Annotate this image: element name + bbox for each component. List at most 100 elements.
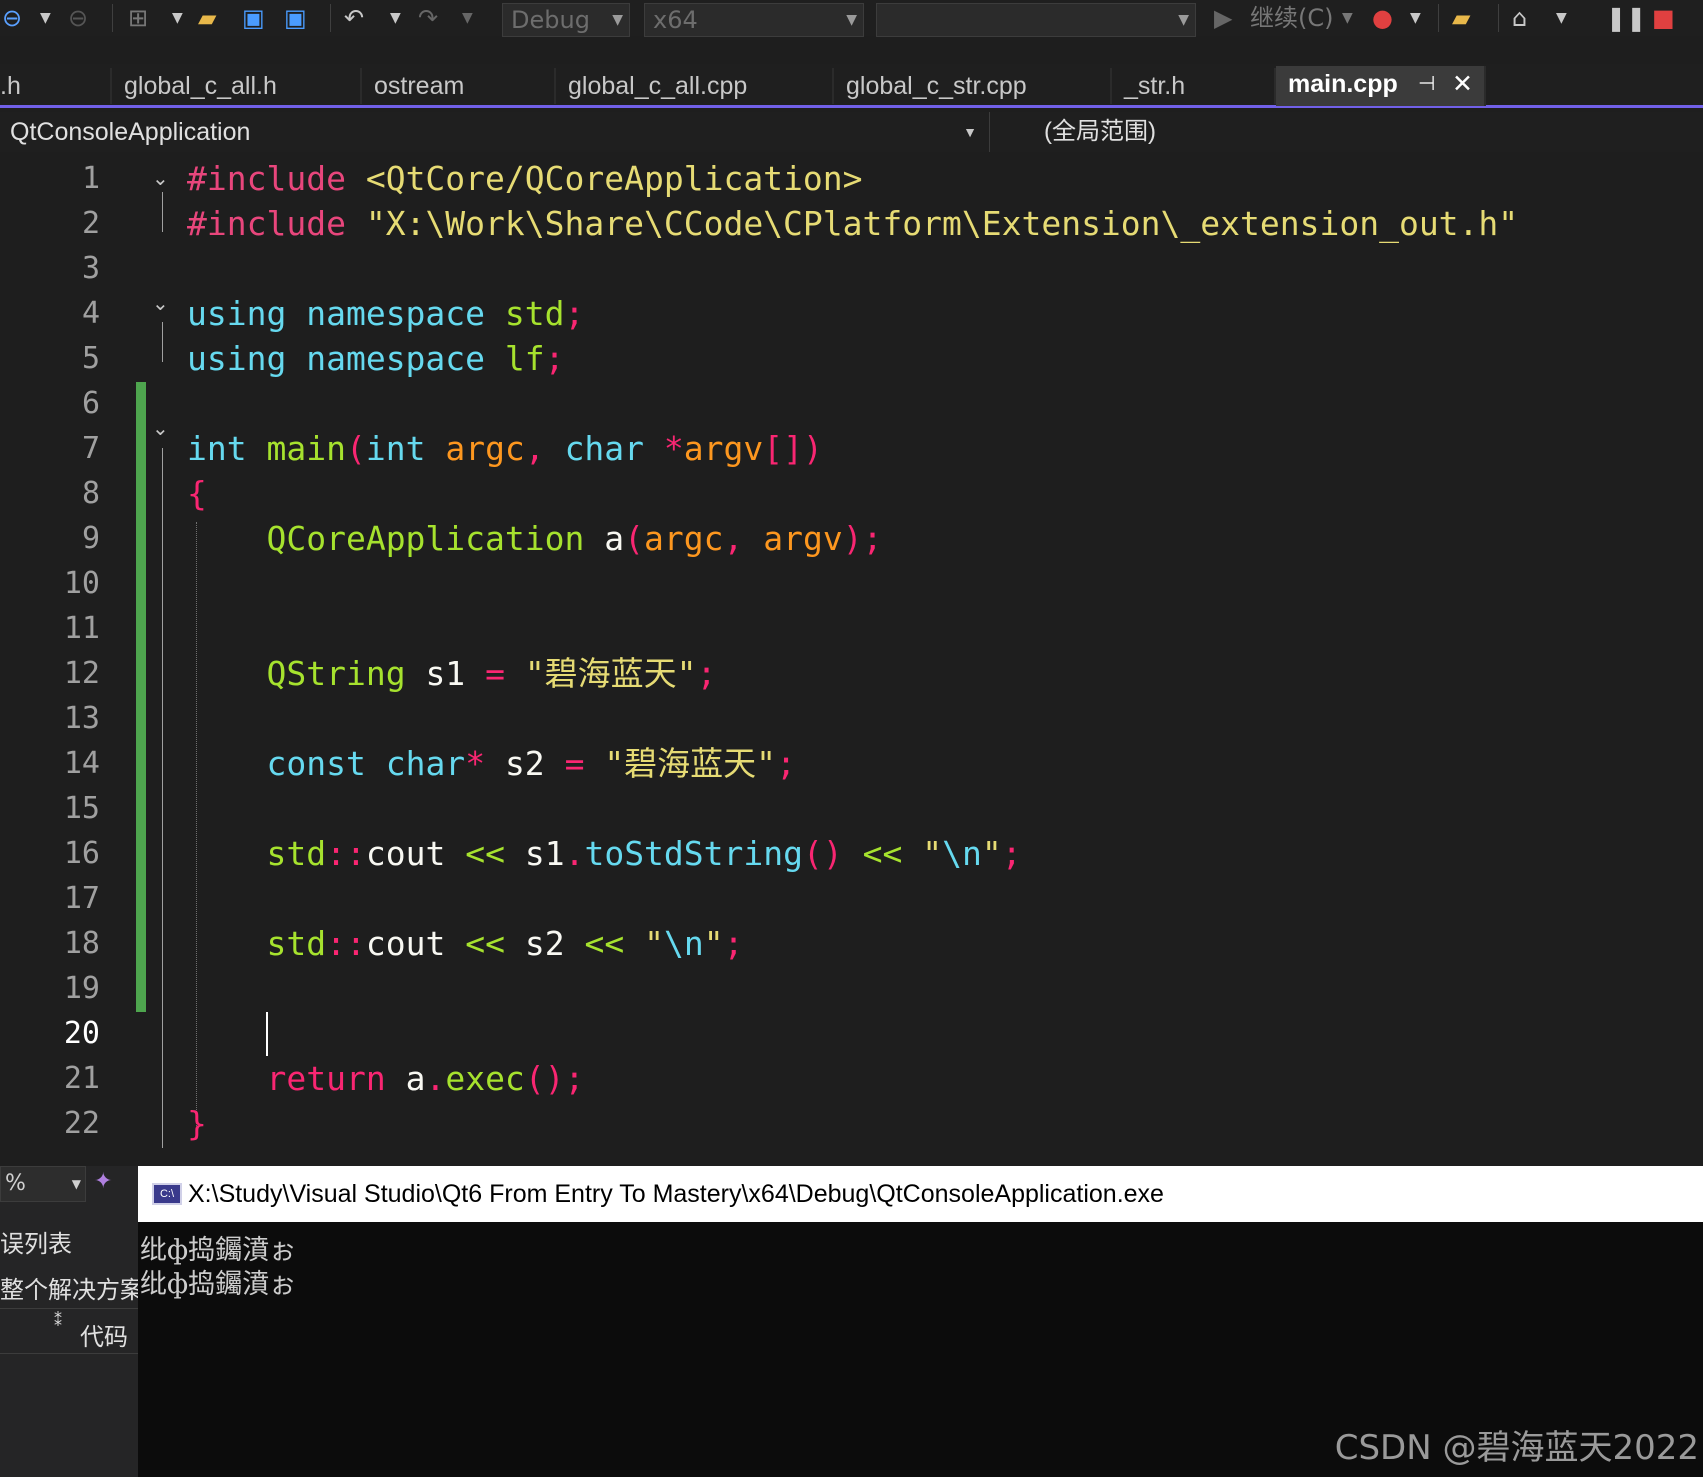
- fold-guide: [162, 322, 163, 362]
- chevron-down-icon: ▼: [71, 1177, 81, 1191]
- hot-reload-icon[interactable]: ●: [1372, 4, 1393, 32]
- code-line-4: using namespace std;: [187, 291, 584, 336]
- back-icon[interactable]: ⊖: [2, 4, 22, 32]
- code-token: );: [842, 519, 883, 558]
- code-token: ::: [326, 924, 366, 963]
- project-dropdown[interactable]: QtConsoleApplication ▼: [0, 112, 990, 152]
- fold-chevron-icon[interactable]: ⌄: [152, 416, 169, 440]
- code-token: QCoreApplication: [266, 519, 585, 558]
- tab-global-c-all-cpp[interactable]: global_c_all.cpp: [556, 68, 834, 104]
- line-number: 12: [63, 656, 100, 691]
- tab-h[interactable]: .h: [0, 68, 112, 104]
- new-item-icon[interactable]: ⊞: [128, 4, 148, 32]
- platform-dropdown[interactable]: x64 ▼: [644, 3, 864, 37]
- code-token: main: [266, 429, 346, 468]
- solution-explorer-icon[interactable]: ▰: [1452, 4, 1470, 32]
- code-token: #include: [187, 204, 346, 243]
- tab-ostream[interactable]: ostream: [362, 68, 556, 104]
- redo-icon[interactable]: ↷: [418, 4, 438, 32]
- line-number: 8: [81, 476, 100, 511]
- line-number: 19: [63, 971, 100, 1006]
- console-title: X:\Study\Visual Studio\Qt6 From Entry To…: [188, 1180, 1164, 1208]
- code-editor[interactable]: 1 2 3 4 5 6 7 8 9 10 11 12 13 14 15 16 1…: [0, 152, 1703, 1166]
- navigation-bar: QtConsoleApplication ▼ (全局范围): [0, 112, 1703, 153]
- code-token: #include: [187, 159, 346, 198]
- code-line-21: return a.exec();: [187, 1056, 584, 1101]
- console-title-bar[interactable]: C:\ X:\Study\Visual Studio\Qt6 From Entr…: [138, 1166, 1703, 1222]
- csdn-watermark: CSDN @碧海蓝天2022: [1334, 1428, 1699, 1468]
- code-token: ;: [544, 339, 565, 378]
- solution-scope-label[interactable]: 整个解决方案: [0, 1270, 144, 1305]
- line-number: 13: [63, 701, 100, 736]
- scope-dropdown[interactable]: (全局范围): [1044, 112, 1156, 152]
- continue-dropdown-icon[interactable]: ▼: [1342, 4, 1353, 32]
- line-number: 2: [81, 206, 100, 241]
- configuration-dropdown[interactable]: Debug ▼: [502, 3, 630, 37]
- code-token: ": [703, 924, 724, 963]
- code-token: []): [763, 429, 823, 468]
- error-list-label[interactable]: 误列表: [0, 1224, 72, 1259]
- column-grip-icon[interactable]: ⁑: [54, 1311, 62, 1330]
- forward-icon[interactable]: ⊖: [68, 4, 88, 32]
- copilot-icon[interactable]: ✦: [94, 1168, 112, 1196]
- chevron-down-icon: ▼: [963, 124, 977, 140]
- tab-label: main.cpp: [1288, 70, 1398, 98]
- configuration-value: Debug: [511, 6, 590, 34]
- code-token: ;: [1001, 834, 1022, 873]
- code-token: ;: [776, 744, 796, 783]
- code-token: .: [425, 1059, 446, 1098]
- startup-item-dropdown[interactable]: ▼: [876, 3, 1196, 37]
- fold-chevron-icon[interactable]: ⌄: [152, 166, 169, 190]
- code-column-header[interactable]: 代码: [80, 1317, 128, 1352]
- code-token: std: [266, 924, 327, 963]
- redo-dropdown-icon[interactable]: ▼: [462, 4, 473, 32]
- tab-label: global_c_all.cpp: [568, 72, 748, 100]
- close-icon[interactable]: ✕: [1452, 66, 1473, 102]
- code-token: ": [644, 924, 664, 963]
- zoom-value: %: [5, 1171, 26, 1196]
- code-token: <<: [862, 834, 903, 873]
- code-token: \n: [663, 924, 704, 963]
- line-number: 21: [63, 1061, 100, 1096]
- undo-icon[interactable]: ↶: [344, 4, 364, 32]
- continue-button[interactable]: 继续(C): [1250, 4, 1333, 32]
- layout-dropdown-icon[interactable]: ▼: [1556, 4, 1567, 32]
- code-token: "碧海蓝天": [604, 744, 777, 783]
- pin-icon[interactable]: ⊣: [1418, 66, 1435, 102]
- line-number: 14: [63, 746, 100, 781]
- save-icon[interactable]: ▣: [242, 4, 265, 32]
- code-token: std: [266, 834, 327, 873]
- code-token: "碧海蓝天": [524, 654, 697, 693]
- code-token: argc: [445, 429, 525, 468]
- tab-str-h[interactable]: _str.h: [1112, 68, 1276, 104]
- undo-dropdown-icon[interactable]: ▼: [390, 4, 401, 32]
- code-token: }: [187, 1104, 207, 1143]
- console-output-line: 纰ф捣钃濆ぉ: [140, 1269, 297, 1300]
- code-token: (): [803, 834, 843, 873]
- new-item-dropdown-icon[interactable]: ▼: [172, 4, 183, 32]
- play-icon[interactable]: ▶: [1214, 4, 1232, 32]
- fold-chevron-icon[interactable]: ⌄: [152, 291, 169, 315]
- tab-label: _str.h: [1124, 72, 1186, 100]
- code-token: s2: [524, 924, 565, 963]
- open-folder-icon[interactable]: ▰: [198, 4, 216, 32]
- stop-icon[interactable]: ■: [1652, 4, 1675, 32]
- code-token: ;: [723, 924, 744, 963]
- save-all-icon[interactable]: ▣: [284, 4, 307, 32]
- zoom-dropdown[interactable]: % ▼: [0, 1166, 86, 1202]
- tab-global-c-str-cpp[interactable]: global_c_str.cpp: [834, 68, 1112, 104]
- document-tabs: .h global_c_all.h ostream global_c_all.c…: [0, 64, 1703, 108]
- tab-main-cpp[interactable]: main.cpp ⊣ ✕: [1276, 66, 1486, 106]
- code-token: *: [663, 429, 684, 468]
- code-token: a: [604, 519, 625, 558]
- back-dropdown-icon[interactable]: ▼: [40, 4, 51, 32]
- separator: [1438, 4, 1439, 32]
- code-token: ,: [723, 519, 744, 558]
- column-header-row: ⁑ 代码: [0, 1308, 138, 1354]
- code-token: std: [504, 294, 565, 333]
- window-layout-icon[interactable]: ⌂: [1512, 4, 1527, 32]
- line-number: 22: [63, 1106, 100, 1141]
- hot-reload-dropdown-icon[interactable]: ▼: [1410, 4, 1421, 32]
- pause-icon[interactable]: ❚❚: [1606, 4, 1646, 32]
- tab-global-c-all-h[interactable]: global_c_all.h: [112, 68, 362, 104]
